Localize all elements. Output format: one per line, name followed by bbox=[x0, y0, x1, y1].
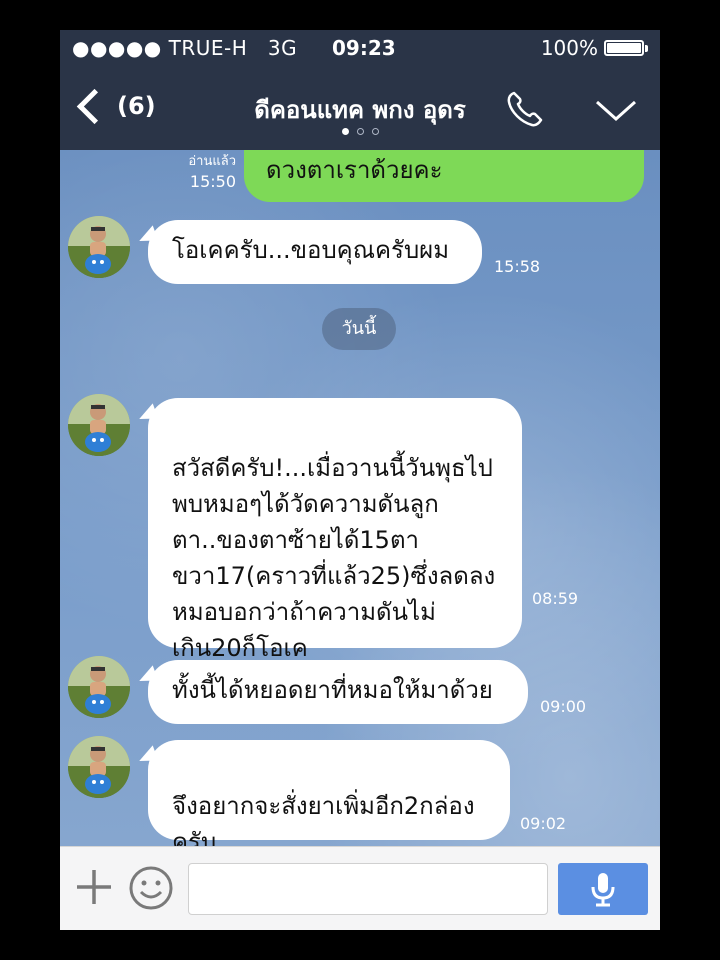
received-message-bubble[interactable]: โอเคครับ...ขอบคุณครับผม bbox=[148, 220, 482, 284]
message-time: 09:02 bbox=[520, 814, 567, 833]
received-message-bubble[interactable]: สวัสดีครับ!...เมื่อวานนี้วันพุธไป พบหมอๆ… bbox=[148, 398, 522, 662]
unread-count: (6) bbox=[117, 92, 156, 120]
message-time: 15:50 bbox=[189, 172, 236, 191]
message-time: 09:00 bbox=[540, 697, 587, 716]
sent-message-bubble[interactable]: ดวงตาเราด้วยคะ bbox=[244, 150, 644, 202]
microphone-icon bbox=[591, 873, 615, 907]
date-separator: วันนี้ bbox=[322, 308, 396, 350]
message-input-bar bbox=[60, 846, 660, 930]
avatar-image bbox=[68, 216, 130, 278]
network-type: 3G bbox=[267, 36, 298, 60]
battery-icon bbox=[604, 40, 644, 56]
clock: 09:23 bbox=[332, 36, 396, 60]
message-text: สวัสดีครับ!...เมื่อวานนี้วันพุธไป พบหมอๆ… bbox=[172, 454, 496, 662]
message-time: 08:59 bbox=[532, 589, 579, 608]
received-message-bubble[interactable]: จึงอยากจะสั่งยาเพิ่มอีก2กล่อง ครับ bbox=[148, 740, 510, 846]
chevron-left-icon bbox=[76, 88, 113, 124]
message-text: จึงอยากจะสั่งยาเพิ่มอีก2กล่อง ครับ bbox=[172, 792, 475, 846]
battery-indicator: 100% bbox=[541, 36, 648, 60]
battery-percent: 100% bbox=[540, 36, 598, 60]
phone-icon[interactable] bbox=[504, 88, 546, 130]
plus-icon[interactable] bbox=[74, 867, 114, 907]
avatar[interactable] bbox=[68, 656, 130, 718]
chevron-down-icon[interactable] bbox=[594, 92, 638, 126]
avatar[interactable] bbox=[68, 736, 130, 798]
microphone-button[interactable] bbox=[558, 863, 648, 915]
carrier-label: ●●●●● TRUE-H 3G bbox=[72, 36, 297, 60]
carrier-name: ●●●●● TRUE-H bbox=[72, 36, 248, 60]
page-dot bbox=[356, 128, 364, 135]
page-dot bbox=[341, 128, 349, 135]
emoji-icon[interactable] bbox=[128, 865, 174, 911]
message-text: ทั้งนี้ได้หยอดยาที่หมอให้มาด้วย bbox=[172, 676, 493, 704]
chat-screen: ●●●●● TRUE-H 3G 09:23 100% (6) ดีคอนแทค … bbox=[60, 30, 660, 930]
avatar-image bbox=[68, 736, 130, 798]
page-indicator bbox=[60, 128, 660, 135]
chat-title: ดีคอนแทค พกง อุดร bbox=[254, 96, 466, 124]
message-time: 15:58 bbox=[494, 257, 541, 276]
message-text: ดวงตาเราด้วยคะ bbox=[266, 156, 443, 184]
message-text: โอเคครับ...ขอบคุณครับผม bbox=[172, 236, 450, 264]
received-message-bubble[interactable]: ทั้งนี้ได้หยอดยาที่หมอให้มาด้วย bbox=[148, 660, 528, 724]
avatar[interactable] bbox=[68, 394, 130, 456]
page-dot bbox=[371, 128, 379, 135]
top-bar: ●●●●● TRUE-H 3G 09:23 100% (6) ดีคอนแทค … bbox=[60, 30, 660, 150]
message-list[interactable]: อ่านแล้ว 15:50 ดวงตาเราด้วยคะ โอเคครับ..… bbox=[60, 150, 660, 846]
avatar-image bbox=[68, 656, 130, 718]
status-bar: ●●●●● TRUE-H 3G 09:23 100% bbox=[60, 36, 660, 62]
read-label: อ่านแล้ว bbox=[188, 154, 236, 169]
back-button[interactable]: (6) bbox=[74, 86, 156, 126]
avatar[interactable] bbox=[68, 216, 130, 278]
avatar-image bbox=[68, 394, 130, 456]
read-receipt: อ่านแล้ว 15:50 bbox=[178, 152, 236, 192]
message-input[interactable] bbox=[188, 863, 548, 915]
